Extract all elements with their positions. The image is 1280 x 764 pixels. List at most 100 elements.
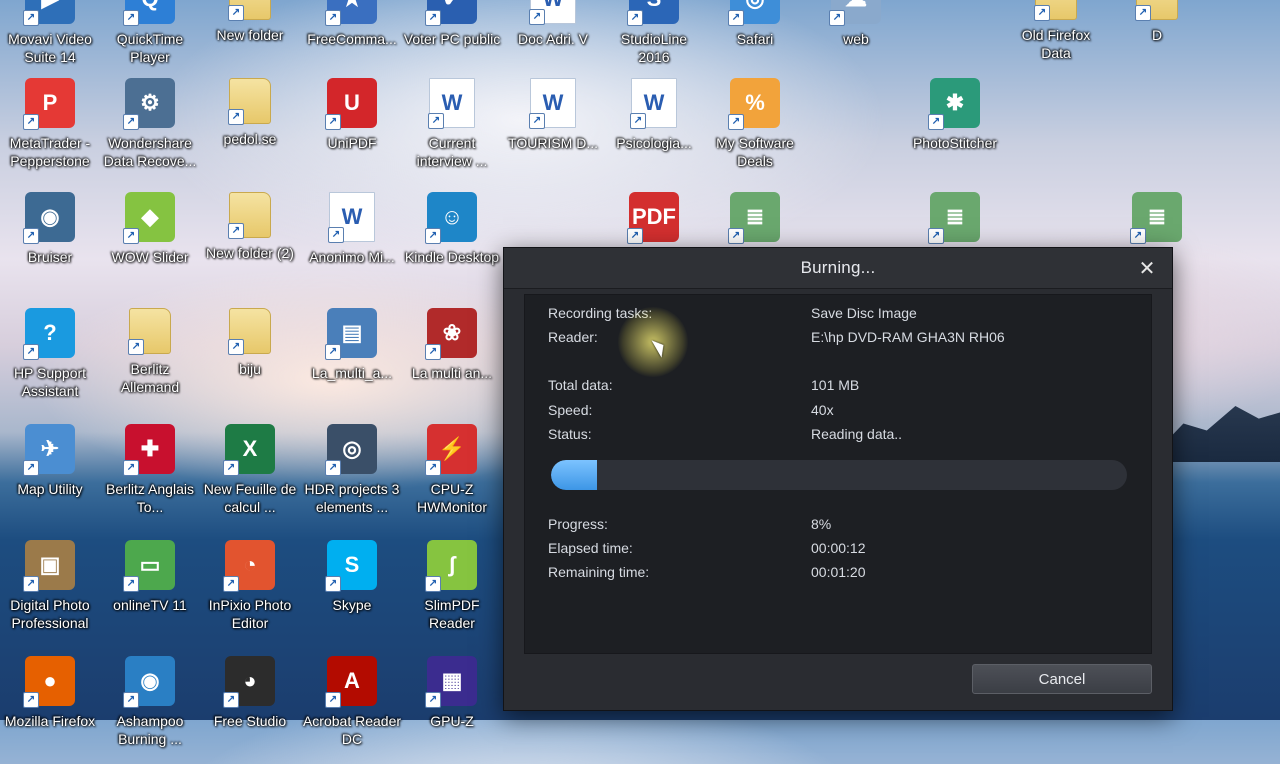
desktop-icon-image: ▤ ↗ xyxy=(325,308,377,360)
desktop-icon[interactable]: ◎ ↗ HDR projects 3 elements ... xyxy=(302,424,402,532)
desktop-icon[interactable]: % ↗ My Software Deals xyxy=(705,78,805,186)
shortcut-arrow-icon: ↗ xyxy=(128,339,144,355)
desktop-icon[interactable]: X ↗ New Feuille de calcul ... xyxy=(200,424,300,532)
info-row: Status: Reading data.. xyxy=(525,426,1151,448)
desktop-icon-label: Doc Adri. V xyxy=(517,31,589,47)
desktop-icon[interactable]: ☺ ↗ Kindle Desktop xyxy=(402,192,502,300)
desktop-icon[interactable]: ◕ ↗ Free Studio xyxy=(200,656,300,764)
desktop-icon-image: Q↗ xyxy=(123,0,175,26)
close-icon[interactable]: ✕ xyxy=(1134,255,1160,281)
desktop-icon-label: New Feuille de calcul ... xyxy=(203,481,297,515)
desktop-icon[interactable]: ↗ New folder xyxy=(200,0,300,82)
shortcut-arrow-icon: ↗ xyxy=(123,576,139,592)
desktop-icon-image: ▭ ↗ xyxy=(123,540,175,592)
shortcut-arrow-icon: ↗ xyxy=(228,109,244,125)
desktop-icon[interactable]: P ↗ MetaTrader - Pepperstone xyxy=(0,78,100,186)
desktop-icon[interactable]: W↗ Doc Adri. V xyxy=(503,0,603,82)
desktop-icon[interactable]: ▦ ↗ GPU-Z xyxy=(402,656,502,764)
desktop-icon[interactable]: ↗ Berlitz Allemand xyxy=(100,308,200,416)
shortcut-arrow-icon: ↗ xyxy=(123,228,139,244)
desktop-icon[interactable]: W ↗ TOURISM D... xyxy=(503,78,603,186)
desktop-icon-label: Safari xyxy=(736,31,774,47)
desktop-icon[interactable]: ↗ New folder (2) xyxy=(200,192,300,300)
info-value: 00:01:20 xyxy=(811,564,866,580)
desktop-icon-image: ☁↗ xyxy=(829,0,881,26)
desktop-icon-image: W↗ xyxy=(529,78,576,129)
desktop-icon-image: S↗ xyxy=(325,540,377,592)
desktop-icon[interactable]: Q↗ QuickTime Player xyxy=(100,0,200,82)
shortcut-arrow-icon: ↗ xyxy=(728,228,744,244)
desktop-icon[interactable]: ◉ ↗ Ashampoo Burning ... xyxy=(100,656,200,764)
desktop-icon[interactable]: ☁↗ web xyxy=(806,0,906,82)
desktop-icon-label: Current interview ... xyxy=(416,135,488,169)
cancel-button[interactable]: Cancel xyxy=(972,664,1152,694)
desktop-icon[interactable]: W ↗ Anonimo Mi... xyxy=(302,192,402,300)
shortcut-arrow-icon: ↗ xyxy=(325,692,341,708)
desktop-icon[interactable]: U ↗ UniPDF xyxy=(302,78,402,186)
desktop-icon[interactable]: S↗ StudioLine 2016 xyxy=(604,0,704,82)
dialog-title: Burning... xyxy=(800,258,876,277)
desktop-icon[interactable]: ↗ Old Firefox Data xyxy=(1006,0,1106,82)
info-row: Speed: 40x xyxy=(525,402,1151,424)
desktop-icon[interactable]: ◎↗ Safari xyxy=(705,0,805,82)
desktop-icon-image: ◕ ↗ xyxy=(223,656,275,708)
desktop-icon[interactable]: ◆ ↗ WOW Slider xyxy=(100,192,200,300)
shortcut-arrow-icon: ↗ xyxy=(223,460,239,476)
desktop-icon-label: HP Support Assistant xyxy=(13,365,87,399)
desktop-icon[interactable]: ● ↗ Mozilla Firefox xyxy=(0,656,100,764)
desktop-icon[interactable]: ✔↗ Voter PC public xyxy=(402,0,502,82)
desktop-icon-label: Kindle Desktop xyxy=(404,249,500,265)
desktop-icon[interactable]: W ↗ Current interview ... xyxy=(402,78,502,186)
desktop-icon[interactable]: ★↗ FreeComma... xyxy=(302,0,402,82)
desktop-icon[interactable]: ▶↗ Movavi Video Suite 14 xyxy=(0,0,100,82)
desktop-icon[interactable]: ʃ ↗ SlimPDF Reader xyxy=(402,540,502,648)
desktop-icon-image: ↗ xyxy=(1034,0,1077,21)
desktop-icon[interactable]: ? ↗ HP Support Assistant xyxy=(0,308,100,416)
desktop-icon[interactable]: S ↗ Skype xyxy=(302,540,402,648)
desktop-icon[interactable]: ✱ ↗ PhotoStitcher xyxy=(905,78,1005,186)
desktop-icon[interactable]: ⚡ ↗ CPU-Z HWMonitor xyxy=(402,424,502,532)
desktop-icon[interactable]: ▣ ↗ Digital Photo Professional xyxy=(0,540,100,648)
shortcut-arrow-icon: ↗ xyxy=(223,576,239,592)
desktop-icon-image: W↗ xyxy=(630,78,677,129)
desktop-icon-image: ◉ ↗ xyxy=(23,192,75,244)
desktop-icon[interactable]: ✈ ↗ Map Utility xyxy=(0,424,100,532)
desktop-icon[interactable]: ↗ biju xyxy=(200,308,300,416)
shortcut-arrow-icon: ↗ xyxy=(1034,5,1050,21)
desktop-icon-label: biju xyxy=(239,361,261,377)
shortcut-arrow-icon: ↗ xyxy=(425,228,441,244)
desktop-icon[interactable]: W ↗ Psicologia... xyxy=(604,78,704,186)
shortcut-arrow-icon: ↗ xyxy=(123,460,139,476)
desktop-icon[interactable]: ✚ ↗ Berlitz Anglais To... xyxy=(100,424,200,532)
desktop-icon-label: Bruiser xyxy=(27,249,73,265)
desktop-icon-label: HDR projects 3 elements ... xyxy=(304,481,400,515)
desktop-icon[interactable]: ◔ ↗ InPixio Photo Editor xyxy=(200,540,300,648)
desktop-icon[interactable]: ▤ ↗ La_multi_a... xyxy=(302,308,402,416)
desktop-icon-image: W↗ xyxy=(529,0,576,25)
info-value: Reading data.. xyxy=(811,426,903,442)
desktop-icon-label: La_multi_a... xyxy=(311,365,393,381)
desktop-icon[interactable]: ⚙ ↗ Wondershare Data Recove... xyxy=(100,78,200,186)
desktop-icon[interactable]: ↗ pedol.se xyxy=(200,78,300,186)
shortcut-arrow-icon: ↗ xyxy=(23,10,39,26)
desktop-icon-image: ✚ ↗ xyxy=(123,424,175,476)
desktop-icon-label: MetaTrader - Pepperstone xyxy=(9,135,91,169)
desktop-icon-label: Skype xyxy=(332,597,372,613)
desktop-icon[interactable]: ▭ ↗ onlineTV 11 xyxy=(100,540,200,648)
desktop-icon-label: SlimPDF Reader xyxy=(424,597,480,631)
desktop-icon[interactable]: ❀ ↗ La multi an... xyxy=(402,308,502,416)
desktop-icon[interactable]: ◉ ↗ Bruiser xyxy=(0,192,100,300)
desktop-icon-image: ʃ ↗ xyxy=(425,540,477,592)
shortcut-arrow-icon: ↗ xyxy=(627,228,643,244)
shortcut-arrow-icon: ↗ xyxy=(325,114,341,130)
desktop-icon-image: ↗ xyxy=(228,0,271,21)
shortcut-arrow-icon: ↗ xyxy=(23,228,39,244)
desktop-icon[interactable]: A ↗ Acrobat Reader DC xyxy=(302,656,402,764)
desktop-icon-label: Voter PC public xyxy=(403,31,501,47)
desktop-icon-image: ◔ ↗ xyxy=(223,540,275,592)
dialog-titlebar[interactable]: Burning... ✕ xyxy=(504,248,1172,289)
shortcut-arrow-icon: ↗ xyxy=(425,344,441,360)
desktop-icon-label: GPU-Z xyxy=(430,713,474,729)
shortcut-arrow-icon: ↗ xyxy=(529,113,545,129)
desktop-icon[interactable]: ↗ D xyxy=(1107,0,1207,82)
